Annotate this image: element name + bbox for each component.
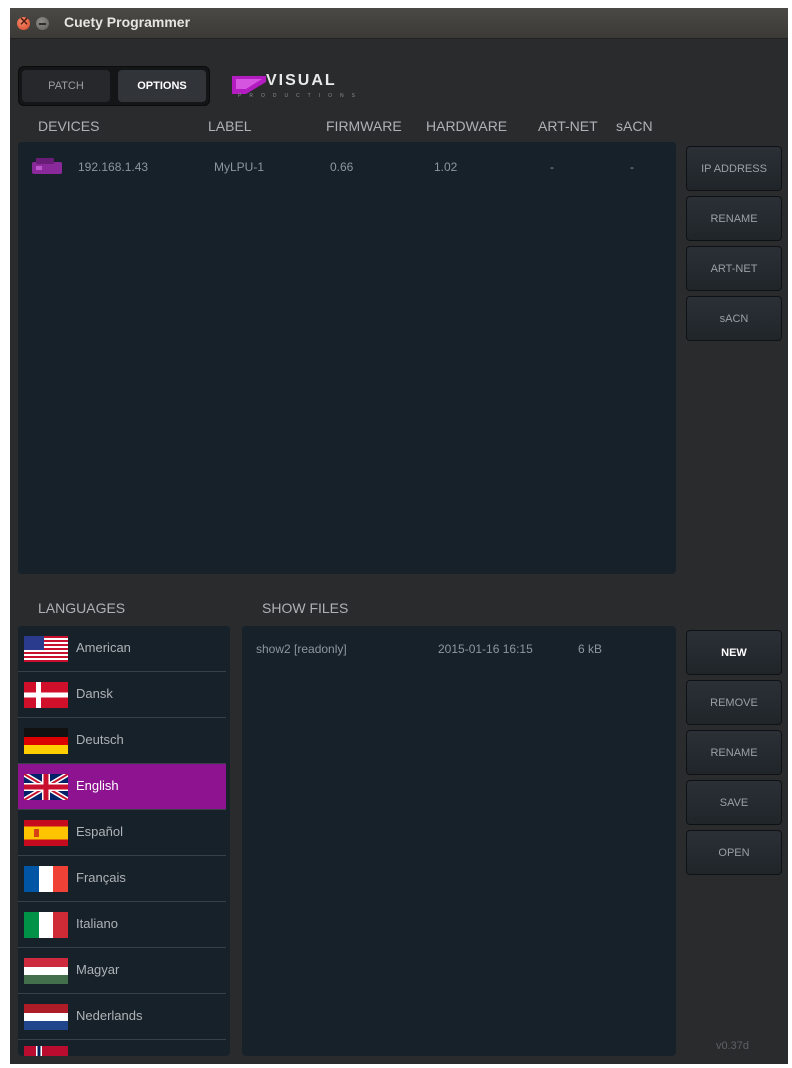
danish-flag-icon: [24, 682, 68, 708]
languages-header: LANGUAGES: [38, 600, 126, 616]
language-label: English: [76, 778, 119, 793]
us-flag-icon: [24, 636, 68, 662]
language-label: Dansk: [76, 686, 113, 701]
column-header-firmware: FIRMWARE: [326, 118, 402, 134]
tab-patch[interactable]: PATCH: [22, 70, 110, 102]
visual-productions-logo: VISUAL PRODUCTIONS: [232, 72, 374, 104]
show-files-header: SHOW FILES: [262, 600, 349, 616]
language-list: American Dansk Deutsch English Español F…: [18, 626, 230, 1056]
device-firmware: 0.66: [330, 160, 354, 174]
language-label: Français: [76, 870, 126, 885]
dutch-flag-icon: [24, 1004, 68, 1030]
logo-subtitle: PRODUCTIONS: [238, 93, 363, 99]
language-item-italiano[interactable]: Italiano: [18, 902, 226, 948]
device-sacn: -: [630, 160, 634, 174]
logo-word: VISUAL: [266, 72, 337, 89]
column-header-label: LABEL: [208, 118, 252, 134]
ip-address-button[interactable]: IP ADDRESS: [686, 146, 782, 191]
column-header-devices: DEVICES: [38, 118, 100, 134]
language-item-english[interactable]: English: [18, 764, 226, 810]
hungarian-flag-icon: [24, 958, 68, 984]
language-item-partial[interactable]: [18, 1040, 226, 1056]
uk-flag-icon: [24, 774, 68, 800]
column-header-hardware: HARDWARE: [426, 118, 508, 134]
device-icon: [32, 158, 62, 174]
language-label: Deutsch: [76, 732, 124, 747]
rename-device-button[interactable]: RENAME: [686, 196, 782, 241]
new-show-button[interactable]: NEW: [686, 630, 782, 675]
device-ip: 192.168.1.43: [78, 160, 149, 174]
open-show-button[interactable]: OPEN: [686, 830, 782, 875]
sacn-button[interactable]: sACN: [686, 296, 782, 341]
app-window: Cuety Programmer PATCH OPTIONS VISUAL PR…: [10, 8, 788, 1064]
french-flag-icon: [24, 866, 68, 892]
language-item-american[interactable]: American: [18, 626, 226, 672]
device-hardware: 1.02: [434, 160, 458, 174]
language-item-deutsch[interactable]: Deutsch: [18, 718, 226, 764]
close-icon[interactable]: [17, 14, 30, 30]
column-header-sacn: sACN: [616, 118, 653, 134]
language-label: Español: [76, 824, 123, 839]
minimize-icon[interactable]: [36, 17, 49, 30]
show-file-list: show2 [readonly] 2015-01-16 16:15 6 kB: [242, 626, 676, 1056]
logo-mark-icon: [232, 76, 266, 94]
window-title: Cuety Programmer: [64, 14, 191, 30]
language-item-dansk[interactable]: Dansk: [18, 672, 226, 718]
language-item-francais[interactable]: Français: [18, 856, 226, 902]
device-row[interactable]: 192.168.1.43 MyLPU-1 0.66 1.02 - -: [18, 150, 676, 186]
device-artnet: -: [550, 160, 554, 174]
save-show-button[interactable]: SAVE: [686, 780, 782, 825]
italian-flag-icon: [24, 912, 68, 938]
version-label: v0.37d: [716, 1040, 750, 1052]
language-item-espanol[interactable]: Español: [18, 810, 226, 856]
artnet-button[interactable]: ART-NET: [686, 246, 782, 291]
title-bar: Cuety Programmer: [10, 8, 788, 39]
show-file-row[interactable]: show2 [readonly] 2015-01-16 16:15 6 kB: [242, 636, 676, 664]
norwegian-flag-icon: [24, 1046, 68, 1056]
show-file-name: show2 [readonly]: [256, 642, 347, 656]
show-file-date: 2015-01-16 16:15: [438, 642, 533, 656]
spanish-flag-icon: [24, 820, 68, 846]
tab-options[interactable]: OPTIONS: [118, 70, 206, 102]
device-list: 192.168.1.43 MyLPU-1 0.66 1.02 - -: [18, 142, 676, 574]
language-item-magyar[interactable]: Magyar: [18, 948, 226, 994]
rename-show-button[interactable]: RENAME: [686, 730, 782, 775]
device-label: MyLPU-1: [214, 160, 265, 174]
language-label: Nederlands: [76, 1008, 143, 1023]
german-flag-icon: [24, 728, 68, 754]
column-header-artnet: ART-NET: [538, 118, 598, 134]
remove-show-button[interactable]: REMOVE: [686, 680, 782, 725]
language-label: American: [76, 640, 131, 655]
language-item-nederlands[interactable]: Nederlands: [18, 994, 226, 1040]
language-label: Italiano: [76, 916, 118, 931]
show-file-size: 6 kB: [578, 642, 603, 656]
mode-switch: PATCH OPTIONS: [18, 66, 210, 106]
language-label: Magyar: [76, 962, 120, 977]
